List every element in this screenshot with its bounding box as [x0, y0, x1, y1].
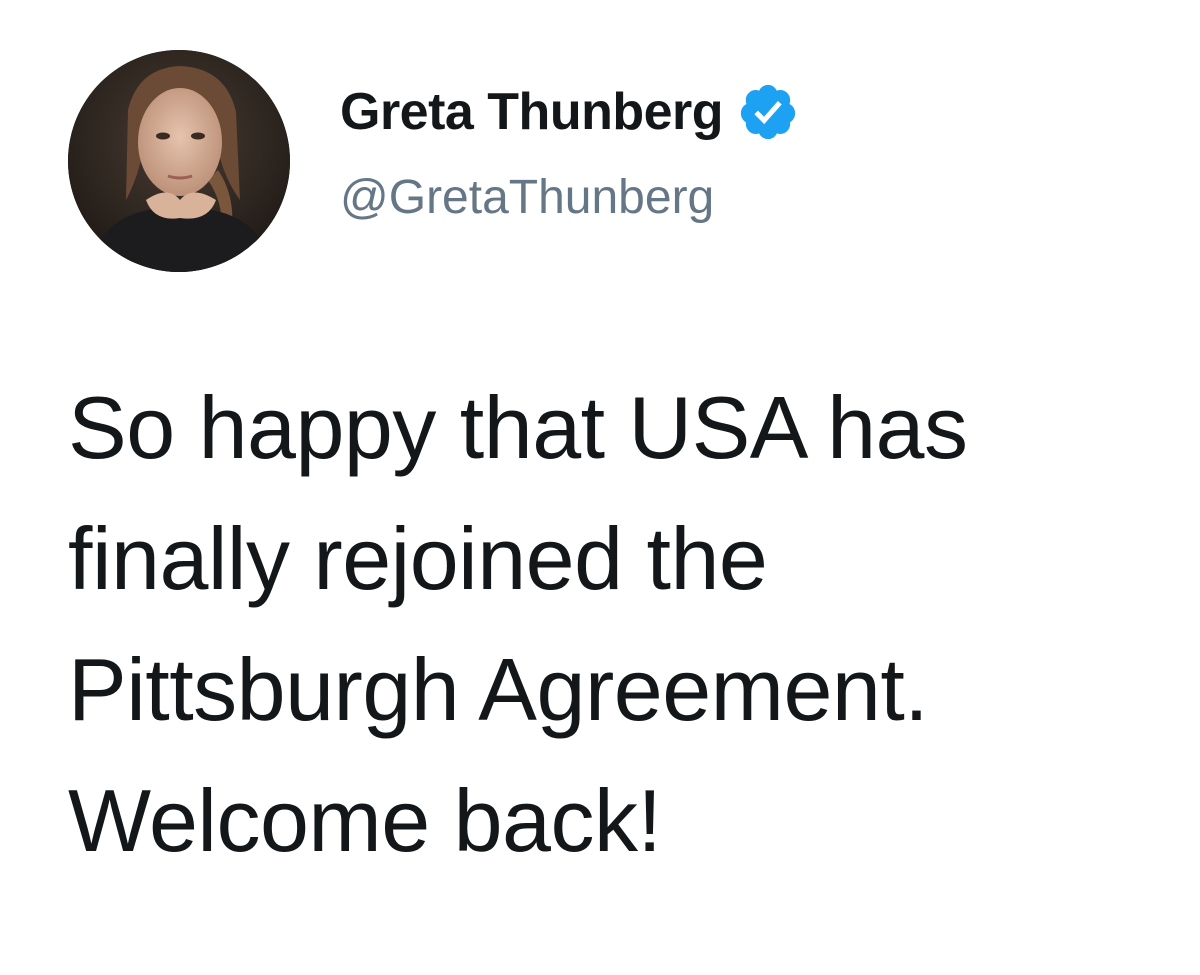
tweet-text: So happy that USA has finally rejoined t…: [68, 362, 1168, 886]
tweet-text-line: Welcome back!: [68, 771, 662, 870]
display-name[interactable]: Greta Thunberg: [340, 82, 724, 142]
profile-photo-icon: [68, 50, 290, 272]
tweet-text-line: finally rejoined the: [68, 509, 768, 608]
author-name-row: Greta Thunberg: [340, 80, 799, 144]
verified-badge-icon: [737, 81, 799, 143]
handle[interactable]: @GretaThunberg: [340, 170, 714, 225]
avatar[interactable]: [68, 50, 290, 272]
tweet-text-line: Pittsburgh Agreement.: [68, 640, 929, 739]
tweet-card: Greta Thunberg @GretaThunberg So happy t…: [0, 0, 1200, 975]
tweet-text-line: So happy that USA has: [68, 378, 968, 477]
